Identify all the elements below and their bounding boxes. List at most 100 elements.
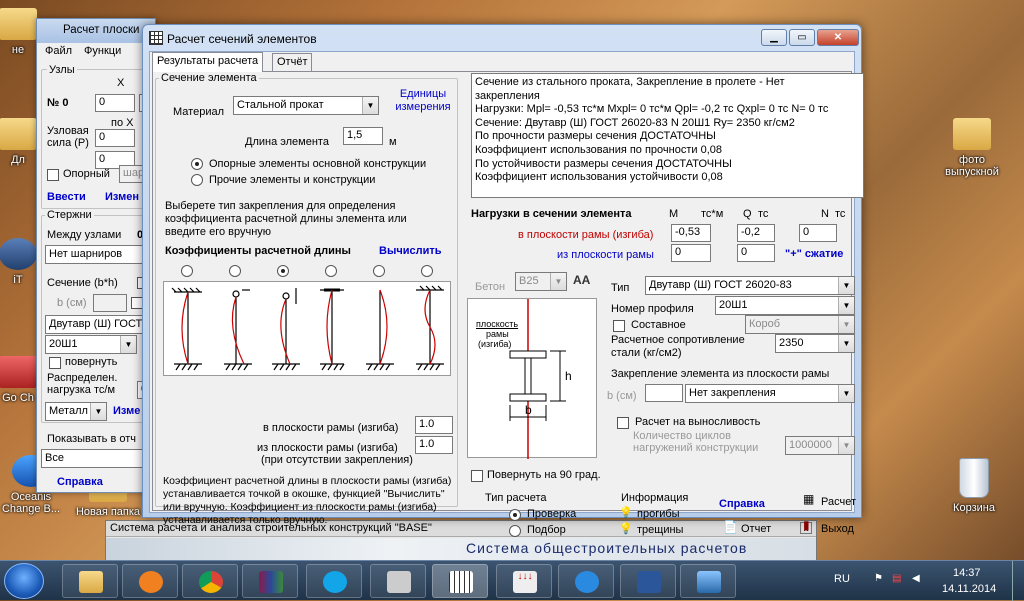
- chevron-down-icon: ▼: [838, 316, 854, 333]
- font-size-icon[interactable]: AA: [573, 273, 590, 287]
- minimize-button[interactable]: ▁: [761, 29, 787, 46]
- length-input[interactable]: 1,5: [343, 127, 383, 145]
- bulb-icon[interactable]: 💡: [619, 522, 633, 535]
- metal-select[interactable]: Металл ▼: [45, 402, 107, 421]
- main-window[interactable]: Расчет сечений элементов ▁ ▭ ✕ Результат…: [142, 24, 864, 537]
- calculate-link[interactable]: Вычислить: [379, 245, 442, 257]
- taskbar-photos[interactable]: [680, 564, 736, 598]
- scheme-radio-1[interactable]: [181, 265, 193, 277]
- deflection-link[interactable]: прогибы: [637, 508, 680, 520]
- clock-time[interactable]: 14:37: [953, 567, 981, 579]
- radio-main-supports[interactable]: [191, 158, 203, 170]
- col-m: M: [669, 208, 679, 220]
- scheme-radio-6[interactable]: [421, 265, 433, 277]
- desktop-icon-photo[interactable]: фото выпускной: [932, 118, 1012, 178]
- profile-no-select[interactable]: 20Ш1 ▼: [45, 335, 137, 354]
- results-line: Сечение из стального проката, Закреплени…: [475, 76, 785, 88]
- tab-report[interactable]: Отчёт: [272, 53, 313, 71]
- maximize-button[interactable]: ▭: [789, 29, 815, 46]
- cycles-select[interactable]: 1000000 ▼: [785, 436, 855, 455]
- taskbar-chrome[interactable]: [182, 564, 238, 598]
- results-text[interactable]: Сечение из стального проката, Закреплени…: [471, 73, 864, 198]
- bcm-input[interactable]: [93, 294, 127, 312]
- show-desktop-button[interactable]: [1012, 561, 1024, 601]
- radio-check[interactable]: [509, 509, 521, 521]
- radio-other-elements[interactable]: [191, 174, 203, 186]
- show-select[interactable]: Все: [41, 449, 153, 468]
- taskbar-winrar[interactable]: [242, 564, 298, 598]
- material-select[interactable]: Стальной прокат ▼: [233, 96, 379, 115]
- hinges-select[interactable]: Нет шарниров: [45, 245, 157, 264]
- enter-button[interactable]: Ввести: [47, 191, 86, 203]
- cracks-link[interactable]: трещины: [637, 524, 683, 536]
- report-button[interactable]: Отчет: [741, 523, 771, 535]
- taskbar-loads[interactable]: ↓↓↓: [496, 564, 552, 598]
- scheme-radio-5[interactable]: [373, 265, 385, 277]
- clock-date[interactable]: 14.11.2014: [942, 583, 996, 595]
- profile-select[interactable]: 20Ш1 ▼: [715, 296, 855, 315]
- support-schemes-image: [163, 281, 451, 376]
- flag-icon[interactable]: ⚑: [874, 573, 883, 584]
- radio-select[interactable]: [509, 525, 521, 537]
- menu-functions[interactable]: Функци: [84, 45, 121, 57]
- between-label: Между узлами: [47, 229, 122, 241]
- node-x-input[interactable]: 0: [95, 94, 135, 112]
- bcm-input[interactable]: [645, 384, 683, 402]
- taskbar-ie[interactable]: [558, 564, 614, 598]
- change-button[interactable]: Измен: [105, 191, 139, 203]
- language-indicator[interactable]: RU: [834, 573, 850, 585]
- scheme-radio-3[interactable]: [277, 265, 289, 277]
- q-in-plane-input[interactable]: -0,2: [737, 224, 775, 242]
- exit-icon[interactable]: ▮: [803, 518, 810, 532]
- rotate-checkbox[interactable]: [49, 357, 61, 369]
- support-checkbox[interactable]: [47, 169, 59, 181]
- bulb-icon[interactable]: 💡: [619, 506, 633, 519]
- radio2-label: Прочие элементы и конструкции: [209, 174, 376, 186]
- composite-checkbox[interactable]: [613, 320, 625, 332]
- desktop-icon-recycle-bin[interactable]: Корзина: [934, 458, 1014, 514]
- back-help-button[interactable]: Справка: [57, 476, 103, 488]
- loads-title: Нагрузки в сечении элемента: [471, 208, 632, 220]
- n-input[interactable]: 0: [799, 224, 837, 242]
- scheme-radio-2[interactable]: [229, 265, 241, 277]
- skype-icon: [323, 571, 347, 593]
- tab-results[interactable]: Результаты расчета: [152, 52, 264, 72]
- concrete-select[interactable]: B25 ▼: [515, 272, 567, 291]
- app-icon: [0, 356, 37, 388]
- results-line: Коэффициент использования устойчивости 0…: [475, 171, 723, 184]
- taskbar-explorer[interactable]: [62, 564, 118, 598]
- m-in-plane-input[interactable]: -0,53: [671, 224, 711, 242]
- help-button[interactable]: Справка: [719, 498, 765, 510]
- start-button[interactable]: [4, 563, 44, 599]
- units-link[interactable]: Единицы измерения: [393, 88, 453, 114]
- scheme-radio-4[interactable]: [325, 265, 337, 277]
- taskbar-media[interactable]: [122, 564, 178, 598]
- network-icon[interactable]: ▤: [892, 573, 901, 584]
- select-label: Подбор: [527, 524, 566, 536]
- report-icon[interactable]: 📄: [723, 520, 738, 534]
- volume-icon[interactable]: ◀: [912, 573, 920, 584]
- taskbar-word[interactable]: [620, 564, 676, 598]
- rotate90-checkbox[interactable]: [471, 470, 483, 482]
- taskbar-section-calc[interactable]: [432, 564, 488, 598]
- profile-select[interactable]: Двутавр (Ш) ГОСТ: [45, 315, 157, 334]
- taskbar-skype[interactable]: [306, 564, 362, 598]
- m-out-plane-input[interactable]: 0: [671, 244, 711, 262]
- menu-file[interactable]: Файл: [45, 45, 72, 57]
- taskbar-base[interactable]: [370, 564, 426, 598]
- q-out-plane-input[interactable]: 0: [737, 244, 775, 262]
- change2-button[interactable]: Изме: [113, 405, 140, 417]
- box-select[interactable]: Короб ▼: [745, 315, 855, 334]
- type-select[interactable]: Двутавр (Ш) ГОСТ 26020-83 ▼: [645, 276, 855, 295]
- calculator-icon[interactable]: ▦: [803, 492, 814, 506]
- fixing-select[interactable]: Нет закрепления ▼: [685, 384, 855, 403]
- endurance-checkbox[interactable]: [617, 417, 629, 429]
- coef-in-plane-input[interactable]: 1.0: [415, 416, 453, 434]
- pox-input[interactable]: 0: [95, 129, 135, 147]
- back-window[interactable]: Расчет плоски Файл Функци Узлы X № 0 0 по…: [36, 18, 158, 493]
- resistance-select[interactable]: 2350 ▼: [775, 334, 855, 353]
- calculate-button[interactable]: Расчет: [821, 496, 856, 508]
- coef-out-plane-input[interactable]: 1.0: [415, 436, 453, 454]
- close-button[interactable]: ✕: [817, 29, 859, 46]
- exit-button[interactable]: Выход: [821, 523, 854, 535]
